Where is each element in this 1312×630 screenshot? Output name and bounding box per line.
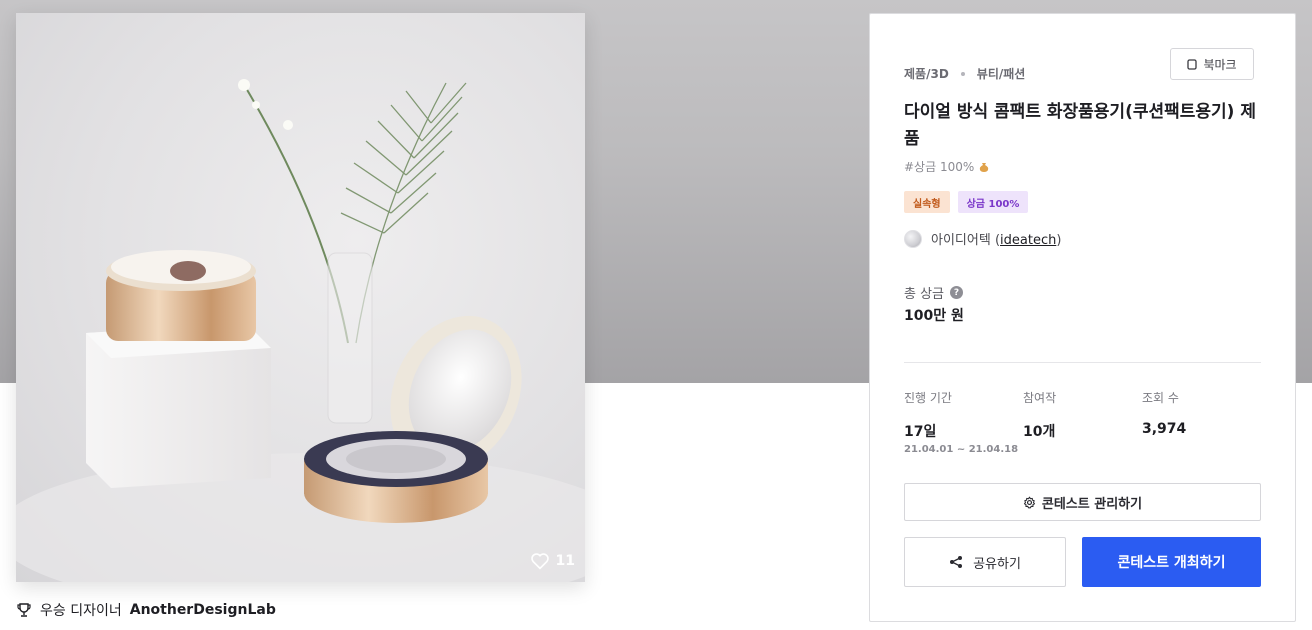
total-prize-label-text: 총 상금 [904, 287, 945, 302]
winner-label: 우승 디자이너 [40, 603, 122, 619]
stat-period-range: 21.04.01 ~ 21.04.18 [904, 444, 1019, 455]
contest-title: 다이얼 방식 콤팩트 화장품용기(쿠션팩트용기) 제품 [904, 102, 1257, 149]
category-breadcrumb: 제품/3D 뷰티/패션 [904, 65, 1025, 82]
separator-dot [960, 71, 965, 76]
share-button[interactable]: 공유하기 [904, 537, 1066, 587]
stat-period-value: 17일 [904, 424, 937, 440]
divider [904, 362, 1261, 363]
stat-entries-value: 10개 [1023, 424, 1056, 440]
total-prize-value: 100만 원 [904, 308, 964, 324]
like-count: 11 [555, 553, 575, 569]
trophy-icon [17, 603, 31, 617]
bookmark-label: 북마크 [1203, 57, 1237, 72]
prize-hashtag[interactable]: #상금 100% [904, 158, 990, 175]
stat-period: 진행 기간 17일 21.04.01 ~ 21.04.18 [904, 389, 1018, 455]
stat-entries-label: 참여작 [1023, 391, 1057, 405]
manage-contest-button[interactable]: 콘테스트 관리하기 [904, 483, 1261, 521]
host-name-line: 아이디어텍 (ideatech) [931, 233, 1062, 248]
product-render [16, 79, 585, 582]
share-label: 공유하기 [973, 556, 1021, 572]
host-id-link[interactable]: ideatech [1000, 233, 1056, 248]
total-prize-label: 총 상금 ? [904, 283, 964, 302]
stat-entries: 참여작 10개 [1023, 389, 1056, 441]
share-icon [950, 556, 963, 568]
bookmark-button[interactable]: 북마크 [1170, 48, 1254, 80]
stat-views-value: 3,974 [1142, 421, 1187, 437]
like-button[interactable]: 11 [530, 552, 575, 570]
stat-period-label: 진행 기간 [904, 391, 952, 405]
host-contest-button[interactable]: 콘테스트 개최하기 [1082, 537, 1261, 587]
bookmark-icon [1187, 58, 1198, 70]
winner-designer: 우승 디자이너 AnotherDesignLab [16, 600, 276, 620]
host-name: 아이디어텍 [931, 233, 991, 248]
help-icon[interactable]: ? [950, 286, 964, 299]
manage-contest-label: 콘테스트 관리하기 [1041, 496, 1143, 512]
category[interactable]: 제품/3D [904, 65, 949, 82]
heart-icon [530, 553, 549, 570]
badge-practical: 실속형 [904, 191, 950, 213]
contest-info-panel: 제품/3D 뷰티/패션 북마크 다이얼 방식 콤팩트 화장품용기(쿠션팩트용기)… [869, 13, 1296, 622]
subcategory[interactable]: 뷰티/패션 [977, 65, 1026, 82]
stat-views: 조회 수 3,974 [1142, 389, 1186, 437]
gear-icon [1023, 496, 1035, 508]
product-image[interactable]: 11 [16, 13, 585, 582]
badge-prize: 상금 100% [957, 191, 1029, 213]
stat-views-label: 조회 수 [1142, 391, 1179, 405]
host-info: 아이디어텍 (ideatech) [904, 229, 1061, 248]
winner-name[interactable]: AnotherDesignLab [130, 602, 276, 618]
money-bag-icon [980, 162, 989, 172]
badge-list: 실속형 상금 100% [904, 191, 1029, 213]
prize-hashtag-text: #상금 100% [904, 160, 975, 174]
host-avatar [904, 229, 922, 248]
